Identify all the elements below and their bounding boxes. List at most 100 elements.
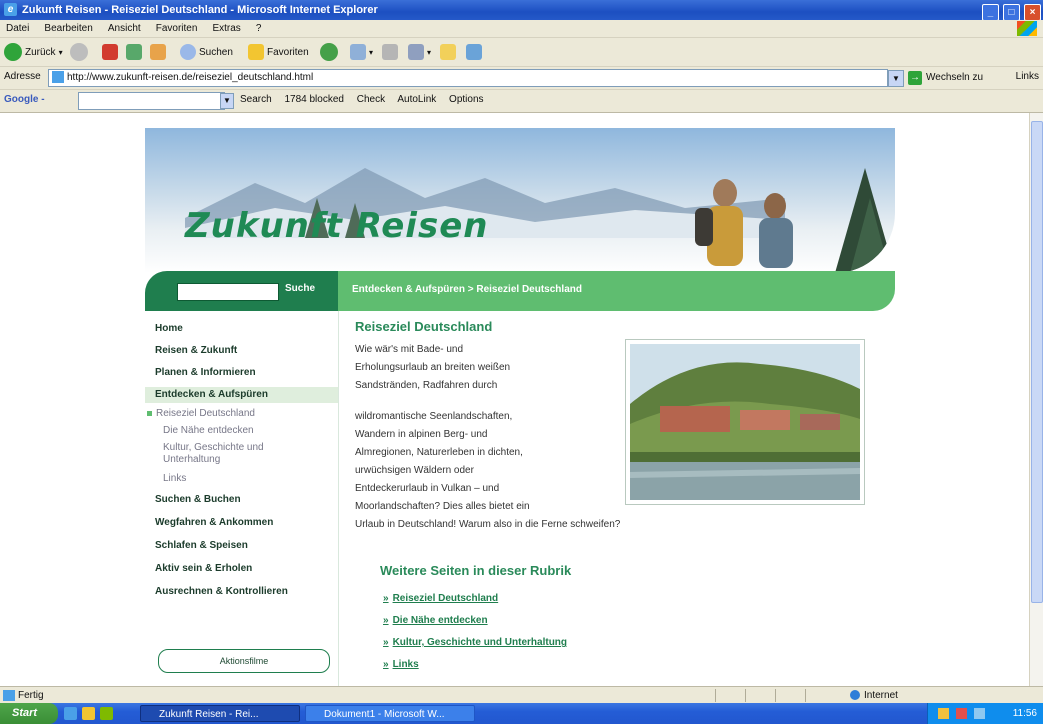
go-arrow-icon: →: [908, 71, 922, 85]
breadcrumb-bar: Entdecken & Aufspüren > Reiseziel Deutsc…: [338, 271, 895, 311]
menu-view[interactable]: Ansicht: [102, 20, 147, 37]
close-button[interactable]: ×: [1024, 4, 1041, 21]
rubrik-link-label: Links: [392, 659, 419, 670]
home-button[interactable]: [150, 42, 169, 62]
print-button[interactable]: [382, 42, 401, 62]
paragraph-line: Moorlandschaften? Dies alles bietet ein: [355, 501, 530, 512]
scrollbar-thumb[interactable]: [1031, 121, 1043, 603]
site-search-button[interactable]: Suche: [285, 283, 315, 294]
subnav-item-kultur-cont[interactable]: Unterhaltung: [163, 454, 220, 465]
chevron-down-icon: ▾: [369, 47, 374, 57]
forward-button[interactable]: [70, 42, 91, 62]
address-input[interactable]: http://www.zukunft-reisen.de/reiseziel_d…: [48, 69, 888, 87]
folder-button[interactable]: [440, 42, 459, 62]
site-logo[interactable]: Zukunft Reisen: [185, 206, 488, 246]
history-icon: [320, 43, 338, 61]
go-button[interactable]: → Wechseln zu: [908, 71, 983, 85]
web-page: Zukunft Reisen Suche Entdecken & Aufspür…: [145, 128, 895, 686]
tray-security-icon[interactable]: [956, 708, 967, 719]
menu-tools[interactable]: Extras: [206, 20, 246, 37]
status-bar: Fertig Internet: [0, 686, 1043, 704]
security-zone: Internet: [850, 687, 898, 704]
windows-taskbar: Start Zukunft Reisen - Rei... Dokument1 …: [0, 703, 1043, 724]
favorites-button[interactable]: Favoriten: [248, 42, 309, 62]
back-arrow-icon: [4, 43, 22, 61]
nav-item-entdecken[interactable]: Entdecken & Aufspüren: [145, 387, 338, 403]
rubrik-link-label: Reiseziel Deutschland: [392, 593, 499, 604]
start-button[interactable]: Start: [0, 703, 58, 724]
chevron-down-icon: ▾: [58, 47, 63, 57]
google-search-input[interactable]: [78, 92, 225, 110]
subnav-item-links[interactable]: Links: [163, 473, 186, 484]
menu-file[interactable]: Datei: [0, 20, 35, 37]
nav-item-wegfahren[interactable]: Wegfahren & Ankommen: [155, 517, 273, 528]
subnav-item-naehe[interactable]: Die Nähe entdecken: [163, 425, 254, 436]
aktionsfilme-button[interactable]: Aktionsfilme: [158, 649, 330, 673]
paragraph-line: Sandstränden, Radfahren durch: [355, 380, 498, 391]
refresh-icon: [126, 44, 142, 60]
status-divider: [775, 689, 776, 702]
nav-item-schlafen[interactable]: Schlafen & Speisen: [155, 540, 248, 551]
subnav-item-kultur[interactable]: Kultur, Geschichte und: [163, 442, 264, 453]
search-button[interactable]: Suchen: [180, 42, 233, 62]
back-button[interactable]: Zurück ▾: [4, 42, 63, 62]
media-quicklaunch-icon[interactable]: [100, 707, 113, 720]
google-dropdown[interactable]: ▼: [220, 93, 234, 109]
mail-icon: [350, 44, 366, 60]
hikers-image: [695, 168, 895, 273]
ie-quicklaunch-icon[interactable]: [64, 707, 77, 720]
chevron-down-icon: ▾: [427, 47, 432, 57]
google-autolink-button[interactable]: AutoLink: [397, 94, 436, 105]
nav-item-reisen-zukunft[interactable]: Reisen & Zukunft: [155, 345, 237, 356]
address-label: Adresse: [4, 71, 41, 82]
google-check-button[interactable]: Check: [357, 94, 385, 105]
rubrik-link-links[interactable]: » Links: [383, 659, 419, 670]
internet-zone-icon: [850, 690, 860, 701]
menu-favorites[interactable]: Favoriten: [150, 20, 204, 37]
nav-item-planen[interactable]: Planen & Informieren: [155, 367, 256, 378]
vertical-scrollbar[interactable]: [1029, 113, 1043, 686]
breadcrumb[interactable]: Entdecken & Aufspüren > Reiseziel Deutsc…: [352, 284, 582, 295]
edit-button[interactable]: ▾: [408, 42, 431, 62]
stop-button[interactable]: [102, 42, 121, 62]
status-divider: [715, 689, 716, 702]
task-ie-window[interactable]: Zukunft Reisen - Rei...: [140, 705, 300, 722]
menu-help[interactable]: ?: [250, 20, 268, 37]
google-logo[interactable]: Google -: [4, 94, 45, 105]
home-icon: [150, 44, 166, 60]
mail-button[interactable]: ▾: [350, 42, 373, 62]
outlook-quicklaunch-icon[interactable]: [82, 707, 95, 720]
print-icon: [382, 44, 398, 60]
address-dropdown[interactable]: ▼: [888, 70, 904, 87]
menu-edit[interactable]: Bearbeiten: [38, 20, 98, 37]
minimize-button[interactable]: _: [981, 4, 999, 21]
refresh-button[interactable]: [126, 42, 145, 62]
ie-icon: e: [4, 3, 17, 16]
paragraph-line: Almregionen, Naturerleben in dichten,: [355, 447, 523, 458]
maximize-button[interactable]: □: [1002, 4, 1020, 21]
site-search-input[interactable]: [177, 283, 279, 301]
history-button[interactable]: [320, 42, 341, 62]
nav-item-aktiv[interactable]: Aktiv sein & Erholen: [155, 563, 252, 574]
castle-image: [630, 344, 860, 500]
arrow-icon: »: [383, 615, 389, 626]
back-label: Zurück: [25, 46, 56, 58]
rubrik-link-kultur[interactable]: » Kultur, Geschichte und Unterhaltung: [383, 637, 567, 648]
tray-network-icon[interactable]: [974, 708, 985, 719]
page-done-icon: [3, 690, 15, 701]
subnav-item-reiseziel[interactable]: Reiseziel Deutschland: [147, 408, 255, 419]
messenger-button[interactable]: [466, 42, 485, 62]
nav-item-ausrechnen[interactable]: Ausrechnen & Kontrollieren: [155, 586, 288, 597]
nav-item-home[interactable]: Home: [155, 323, 183, 334]
address-bar: Adresse http://www.zukunft-reisen.de/rei…: [0, 67, 1043, 90]
google-blocked-button[interactable]: 1784 blocked: [284, 94, 344, 105]
nav-item-suchen[interactable]: Suchen & Buchen: [155, 494, 241, 505]
task-word-window[interactable]: Dokument1 - Microsoft W...: [305, 705, 475, 722]
rubrik-link-reiseziel[interactable]: » Reiseziel Deutschland: [383, 593, 498, 604]
rubrik-link-naehe[interactable]: » Die Nähe entdecken: [383, 615, 488, 626]
google-search-button[interactable]: Search: [240, 94, 272, 105]
tray-app-icon[interactable]: [938, 708, 949, 719]
links-button[interactable]: Links: [1016, 71, 1039, 82]
subnav-label: Reiseziel Deutschland: [156, 408, 255, 419]
google-options-button[interactable]: Options: [449, 94, 483, 105]
